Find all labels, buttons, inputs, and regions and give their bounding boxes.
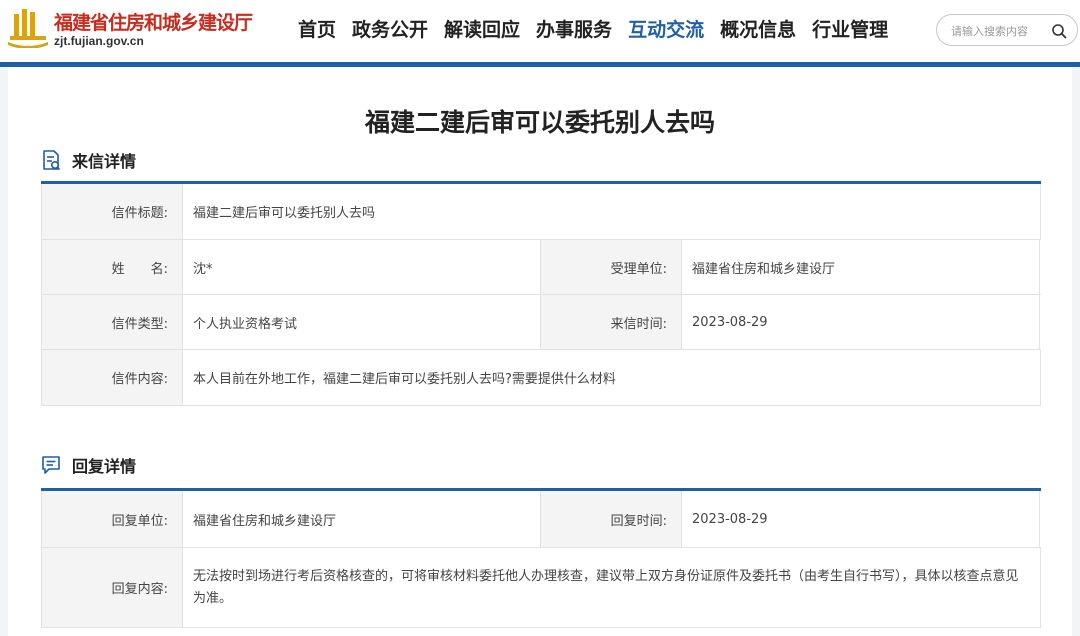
search-input[interactable] — [951, 22, 1051, 40]
document-icon — [43, 150, 61, 171]
table-row: 姓 名: 沈* 受理单位: 福建省住房和城乡建设厅 — [41, 240, 1041, 295]
page-title: 福建二建后审可以委托别人去吗 — [364, 108, 715, 137]
reply-unit-label: 回复单位: — [41, 491, 183, 547]
main-nav: 首页 政务公开 解读回应 办事服务 互动交流 概况信息 行业管理 — [290, 15, 896, 45]
letter-type-label: 信件类型: — [41, 295, 183, 349]
table-row: 信件类型: 个人执业资格考试 来信时间: 2023-08-29 — [41, 295, 1041, 350]
chat-reply-icon — [42, 456, 60, 474]
letter-name-label: 姓 名: — [41, 240, 183, 294]
letter-section-header: 来信详情 — [40, 148, 136, 172]
reply-date-value: 2023-08-29 — [682, 491, 1040, 547]
header: 福建省住房和城乡建设厅 zjt.fujian.gov.cn 首页 政务公开 解读… — [0, 0, 1080, 62]
search-icon[interactable] — [1051, 23, 1067, 39]
nav-item-services[interactable]: 办事服务 — [536, 15, 612, 45]
table-row: 信件内容: 本人目前在外地工作，福建二建后审可以委托别人去吗?需要提供什么材料 — [41, 350, 1041, 406]
nav-item-interpretation[interactable]: 解读回应 — [444, 15, 520, 45]
letter-section-title: 来信详情 — [72, 152, 137, 171]
nav-item-gov-affairs[interactable]: 政务公开 — [352, 15, 428, 45]
letter-content-label: 信件内容: — [41, 350, 183, 405]
logo-emblem-icon — [8, 9, 48, 48]
letter-subject-label: 信件标题: — [41, 184, 183, 239]
table-row: 信件标题: 福建二建后审可以委托别人去吗 — [41, 184, 1041, 240]
nav-item-overview[interactable]: 概况信息 — [720, 15, 796, 45]
nav-item-interaction[interactable]: 互动交流 — [628, 15, 704, 45]
reply-section-header: 回复详情 — [40, 453, 136, 477]
letter-unit-value: 福建省住房和城乡建设厅 — [682, 240, 1040, 294]
site-logo[interactable]: 福建省住房和城乡建设厅 zjt.fujian.gov.cn — [6, 4, 276, 54]
main-content: 福建二建后审可以委托别人去吗 来信详情 信件标题: 福建二建后审可以委托别人去吗… — [8, 67, 1072, 636]
letter-type-value: 个人执业资格考试 — [193, 316, 298, 332]
nav-item-home[interactable]: 首页 — [298, 15, 336, 45]
reply-unit-value: 福建省住房和城乡建设厅 — [193, 513, 337, 529]
reply-content-label: 回复内容: — [41, 548, 183, 627]
letter-date-value: 2023-08-29 — [682, 295, 1040, 349]
reply-date-label: 回复时间: — [540, 491, 682, 547]
letter-date-label: 来信时间: — [540, 295, 682, 349]
reply-details-table: 回复单位: 福建省住房和城乡建设厅 回复时间: 2023-08-29 回复内容:… — [41, 488, 1041, 628]
reply-content-value: 无法按时到场进行考后资格核查的，可将审核材料委托他人办理核查，建议带上双方身份证… — [183, 548, 1041, 627]
letter-details-table: 信件标题: 福建二建后审可以委托别人去吗 姓 名: 沈* 受理单位: 福建省住房… — [41, 181, 1041, 406]
search-box — [936, 14, 1078, 46]
site-domain: zjt.fujian.gov.cn — [54, 34, 144, 48]
letter-content-value: 本人目前在外地工作，福建二建后审可以委托别人去吗?需要提供什么材料 — [183, 350, 1041, 405]
letter-unit-label: 受理单位: — [540, 240, 682, 294]
reply-section-title: 回复详情 — [72, 457, 137, 476]
letter-subject-value: 福建二建后审可以委托别人去吗 — [183, 184, 1041, 239]
table-row: 回复内容: 无法按时到场进行考后资格核查的，可将审核材料委托他人办理核查，建议带… — [41, 548, 1041, 628]
letter-name-value: 沈* — [193, 261, 213, 277]
site-name: 福建省住房和城乡建设厅 — [54, 12, 253, 34]
table-row: 回复单位: 福建省住房和城乡建设厅 回复时间: 2023-08-29 — [41, 491, 1041, 548]
nav-item-industry[interactable]: 行业管理 — [812, 15, 888, 45]
